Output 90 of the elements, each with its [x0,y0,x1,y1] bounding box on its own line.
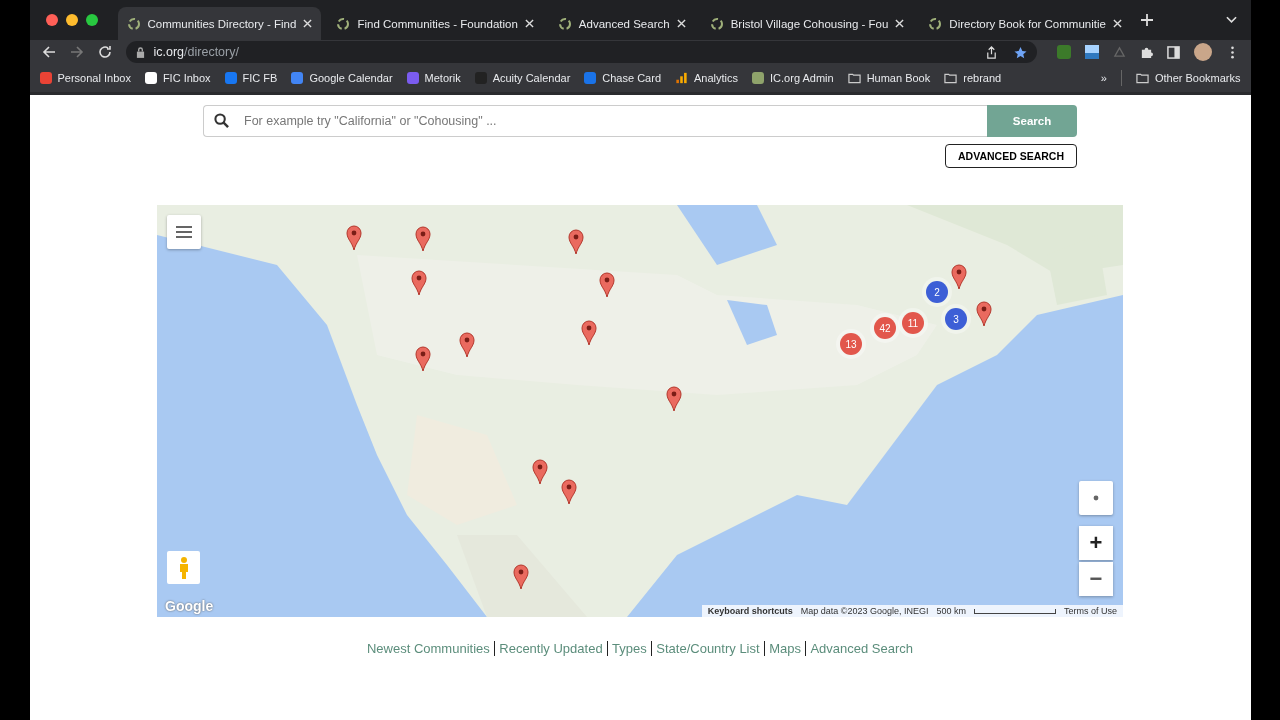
map-pin-icon[interactable] [513,564,529,590]
bookmark[interactable]: FIC Inbox [144,72,211,84]
folder-icon [1135,72,1149,84]
tab-list-icon[interactable] [1225,16,1237,24]
minimize-window-icon[interactable] [65,14,78,26]
puzzle-icon[interactable] [1139,45,1153,59]
side-panel-icon[interactable] [1166,45,1180,59]
menu-icon [176,226,192,238]
footer-link[interactable]: Newest Communities [366,641,490,656]
menu-button[interactable] [167,215,201,249]
bookmark-icon [752,72,765,84]
swirl-icon [928,16,943,31]
share-icon[interactable] [984,45,998,59]
map-pin-icon[interactable] [599,272,615,298]
bookmark[interactable]: Acuity Calendar [474,72,571,84]
bookmark[interactable]: rebrand [944,72,1002,84]
footer-link[interactable]: State/Country List [656,641,760,656]
close-tab-icon[interactable] [676,19,686,28]
footer-link[interactable]: Maps [769,641,801,656]
close-tab-icon[interactable] [895,19,905,28]
map-pin-icon[interactable] [346,225,362,251]
bookmark-icon [224,72,237,84]
forward-icon[interactable] [69,45,84,59]
map-pin-icon[interactable] [411,270,427,296]
folder-icon [944,72,958,84]
search-field[interactable]: For example try "California" or "Cohousing" ... [203,105,987,137]
location-icon [1092,494,1100,502]
bookmark[interactable]: Google Calendar [291,72,393,84]
bookmark[interactable]: Chase Card [584,72,661,84]
map-logo: Google [165,598,214,614]
swirl-icon [336,16,351,31]
footer-link[interactable]: Types [612,641,647,656]
profile-avatar[interactable] [1193,43,1212,61]
zoom-out-button[interactable]: − [1079,562,1113,596]
folder-icon [847,72,861,84]
map-pin-icon[interactable] [568,229,584,255]
scale-label: 500 km [936,606,966,616]
bookmark[interactable]: Analytics [675,72,739,84]
swirl-icon [126,16,141,31]
swirl-icon [709,16,724,31]
browser-tab[interactable]: Find Communities - Foundation [327,7,543,40]
map-pin-icon[interactable] [532,459,548,485]
browser-tab[interactable]: Advanced Search [548,7,695,40]
search-icon [214,113,229,128]
map-pin-icon[interactable] [459,332,475,358]
map-pin-icon[interactable] [951,264,967,290]
address-bar[interactable]: ic.org/directory/ [125,41,1037,63]
new-tab-icon[interactable] [1140,14,1153,26]
footer-link[interactable]: Recently Updated [499,641,603,656]
bookmark[interactable]: IC.org Admin [752,72,834,84]
maximize-window-icon[interactable] [85,14,98,26]
bookmark[interactable]: FIC FB [224,72,278,84]
bookmark-icon [291,72,304,84]
bookmark-icon [584,72,597,84]
browser-tab[interactable]: Communities Directory - Find [117,7,322,40]
swirl-icon [557,16,572,31]
close-tab-icon[interactable] [1112,19,1122,28]
advanced-search-button[interactable]: ADVANCED SEARCH [945,144,1077,168]
map-pin-icon[interactable] [581,320,597,346]
more-bookmarks-button[interactable]: » [1100,72,1107,84]
bookmark[interactable]: Metorik [406,72,461,84]
bookmark-icon [474,72,487,84]
person-figure-icon [177,555,190,580]
terms-link[interactable]: Terms of Use [1064,606,1117,616]
zoom-in-button[interactable]: + [1079,526,1113,560]
bookmark[interactable]: Personal Inbox [39,72,131,84]
map-pin-icon[interactable] [666,386,682,412]
close-window-icon[interactable] [45,14,58,26]
lock-icon [135,46,145,58]
bar-chart-icon [675,72,688,84]
footer-link[interactable]: Advanced Search [810,641,914,656]
browser-tab[interactable]: Bristol Village Cohousing - Fou [700,7,914,40]
map-pin-icon[interactable] [415,346,431,372]
bookmark-icon [406,72,419,84]
keyboard-shortcuts-link[interactable]: Keyboard shortcuts [707,606,793,616]
bookmark-icon [39,72,52,84]
bookmark[interactable]: Other Bookmarks [1135,72,1241,84]
bookmark-icon [144,72,157,84]
bookmark[interactable]: Human Book [847,72,931,84]
browser-tab[interactable]: Directory Book for Communitie [919,7,1131,40]
map-pin-icon[interactable] [415,226,431,252]
map-pin-icon[interactable] [976,301,992,327]
star-icon[interactable] [1013,45,1027,59]
reload-icon[interactable] [97,45,112,59]
map-attribution: Map data ©2023 Google, INEGI [800,606,929,616]
close-tab-icon[interactable] [303,19,313,28]
map-pin-icon[interactable] [561,479,577,505]
extension-icon[interactable] [1084,45,1099,59]
back-icon[interactable] [41,45,56,59]
close-tab-icon[interactable] [524,19,534,28]
